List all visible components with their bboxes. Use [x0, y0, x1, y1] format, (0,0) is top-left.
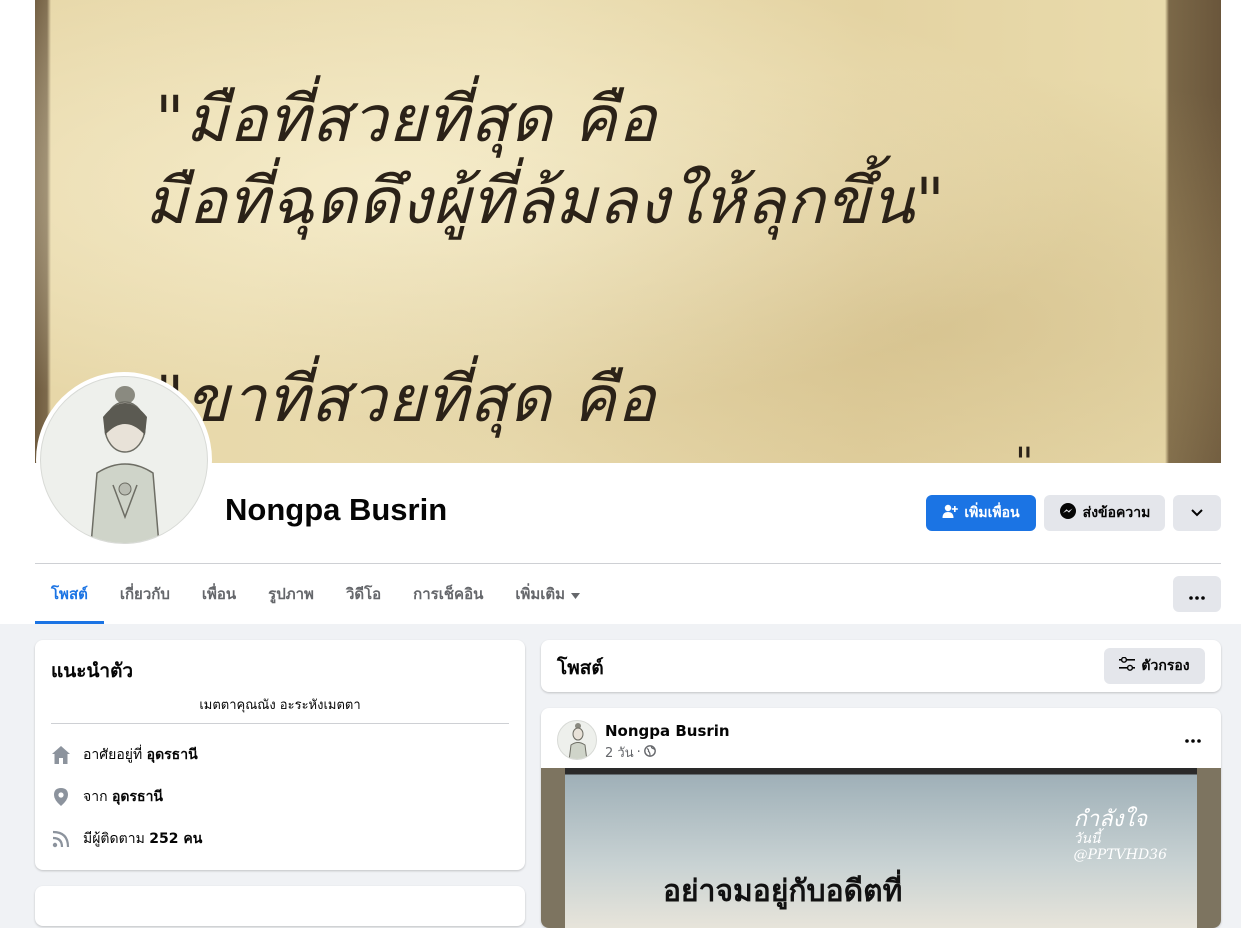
- intro-title: แนะนำตัว: [51, 660, 134, 682]
- add-friend-button[interactable]: เพิ่มเพื่อน: [926, 495, 1036, 531]
- tab-videos[interactable]: วิดีโอ: [330, 564, 397, 624]
- home-icon: [51, 745, 71, 765]
- profile-avatar[interactable]: [36, 372, 212, 548]
- from-prefix: จาก: [83, 789, 108, 805]
- profile-more-button[interactable]: [1173, 495, 1221, 531]
- tab-more-label: เพิ่มเติม: [515, 585, 566, 603]
- posts-header-card: โพสต์ ตัวกรอง: [541, 640, 1221, 692]
- cover-text-line-3: "ขาที่สวยที่สุด คือ: [155, 363, 657, 437]
- lives-value[interactable]: อุดรธานี: [147, 747, 198, 763]
- add-friend-label: เพิ่มเพื่อน: [964, 505, 1020, 521]
- chevron-down-icon: [1191, 505, 1203, 521]
- intro-card: แนะนำตัว เมตตาคุณณัง อะระหังเมตตา อาศัยอ…: [35, 640, 525, 870]
- add-friend-icon: [942, 503, 959, 523]
- tab-photos[interactable]: รูปภาพ: [252, 564, 330, 624]
- cover-photo[interactable]: "มือที่สวยที่สุด คือ มือที่ฉุดดึงผู้ที่ล…: [35, 0, 1221, 463]
- post-time[interactable]: 2 วัน: [605, 742, 634, 763]
- post-image[interactable]: อย่าจมอยู่กับอดีตที่ กำลังใจ วันนี้ @PPT…: [541, 768, 1221, 928]
- cover-text-line-4: ": [1015, 440, 1035, 463]
- watermark-line-2: วันนี้: [1073, 831, 1101, 848]
- caret-down-icon: [571, 585, 581, 603]
- avatar-illustration: [40, 376, 208, 544]
- intro-bio: เมตตาคุณณัง อะระหังเมตตา: [199, 698, 361, 713]
- location-pin-icon: [51, 787, 71, 807]
- filter-label: ตัวกรอง: [1141, 658, 1190, 674]
- from-value[interactable]: อุดรธานี: [112, 789, 163, 805]
- tab-about[interactable]: เกี่ยวกับ: [104, 564, 186, 624]
- watermark-line-1: กำลังใจ: [1073, 807, 1147, 832]
- post-author-avatar[interactable]: [557, 720, 597, 760]
- followers-value[interactable]: 252 คน: [149, 831, 202, 847]
- lives-prefix: อาศัยอยู่ที่: [83, 747, 143, 763]
- info-from: จาก อุดรธานี: [51, 786, 163, 808]
- tab-checkins[interactable]: การเช็คอิน: [397, 564, 499, 624]
- tab-more[interactable]: เพิ่มเติม: [499, 564, 596, 624]
- post-meta: 2 วัน ·: [605, 742, 656, 763]
- followers-prefix: มีผู้ติดตาม: [83, 831, 145, 847]
- post-author-name[interactable]: Nongpa Busrin: [605, 722, 730, 740]
- post-meta-separator: ·: [636, 745, 641, 760]
- post-image-content: อย่าจมอยู่กับอดีตที่ กำลังใจ วันนี้ @PPT…: [565, 768, 1197, 928]
- filter-button[interactable]: ตัวกรอง: [1104, 648, 1205, 684]
- intro-divider: [51, 723, 509, 724]
- profile-header: "มือที่สวยที่สุด คือ มือที่ฉุดดึงผู้ที่ล…: [0, 0, 1241, 624]
- cover-text-line-2: มือที่ฉุดดึงผู้ที่ล้มลงให้ลุกขึ้น": [145, 165, 946, 239]
- filter-icon: [1119, 656, 1136, 675]
- post-image-watermark: กำลังใจ วันนี้ @PPTVHD36: [1073, 807, 1167, 863]
- globe-icon: [643, 744, 656, 761]
- post-options-button[interactable]: [1185, 728, 1201, 747]
- tab-friends[interactable]: เพื่อน: [186, 564, 252, 624]
- send-message-button[interactable]: ส่งข้อความ: [1044, 495, 1165, 531]
- messenger-icon: [1059, 502, 1077, 524]
- info-followers: มีผู้ติดตาม 252 คน: [51, 828, 202, 850]
- tab-posts[interactable]: โพสต์: [35, 564, 104, 624]
- send-message-label: ส่งข้อความ: [1082, 505, 1151, 521]
- watermark-line-3: @PPTVHD36: [1073, 846, 1167, 863]
- post-card: Nongpa Busrin 2 วัน · อย่าจมอยู่กับอดีตท…: [541, 708, 1221, 928]
- profile-name: Nongpa Busrin: [225, 492, 448, 527]
- post-image-text: อย่าจมอยู่กับอดีตที่: [663, 874, 903, 909]
- rss-icon: [51, 829, 71, 849]
- info-lives-in: อาศัยอยู่ที่ อุดรธานี: [51, 744, 198, 766]
- posts-title: โพสต์: [557, 657, 604, 679]
- profile-tabs: โพสต์ เกี่ยวกับ เพื่อน รูปภาพ วิดีโอ การ…: [35, 564, 596, 624]
- more-dots-icon: [1189, 585, 1205, 604]
- next-sidebar-card: [35, 886, 525, 926]
- tabs-more-options-button[interactable]: [1173, 576, 1221, 612]
- more-dots-icon: [1185, 728, 1201, 747]
